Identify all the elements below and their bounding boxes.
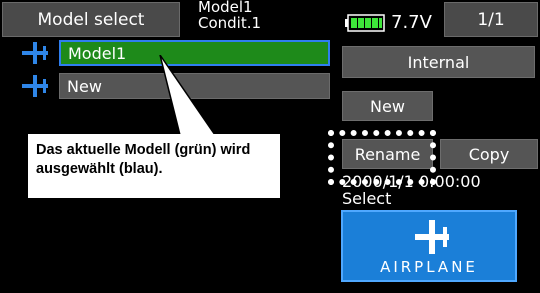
new-airplane-icon — [22, 75, 48, 97]
model-type-label: AIRPLANE — [380, 258, 478, 276]
rename-highlight-frame — [328, 130, 436, 185]
new-model-button[interactable]: New — [342, 91, 433, 121]
annotation-callout: Das aktuelle Modell (grün) wird ausgewäh… — [28, 134, 280, 198]
screen-title: Model select — [2, 2, 180, 37]
battery-voltage: 7.7V — [391, 12, 432, 33]
internal-memory-button[interactable]: Internal — [342, 46, 535, 78]
page-indicator[interactable]: 1/1 — [444, 2, 538, 37]
callout-pointer — [159, 55, 216, 136]
model-type-airplane-button[interactable]: AIRPLANE — [341, 210, 517, 282]
annotation-line-2: ausgewählt (blau). — [36, 161, 163, 177]
annotation-line-1: Das aktuelle Modell (grün) wird — [36, 142, 251, 158]
current-condition: Condit.1 — [198, 14, 262, 32]
battery-icon — [345, 14, 385, 32]
airplane-icon — [415, 220, 449, 254]
model1-airplane-icon — [22, 42, 48, 64]
select-label: Select — [342, 189, 392, 208]
model-condition-info: Model1 Condit.1 — [198, 0, 261, 31]
copy-button[interactable]: Copy — [440, 139, 538, 169]
model-list-item-label: New — [67, 76, 102, 96]
current-model-name: Model1 — [198, 0, 253, 16]
model-list-item-label: Model1 — [68, 43, 127, 63]
